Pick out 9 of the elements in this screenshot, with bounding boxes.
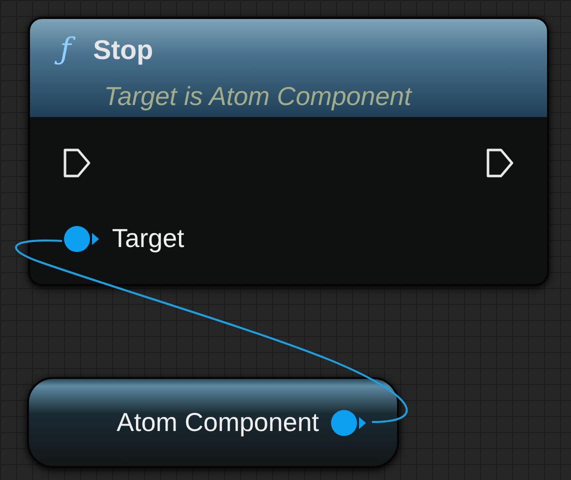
node-title: Stop (93, 34, 154, 67)
variable-label: Atom Component (116, 406, 319, 439)
pin-label: Target (112, 222, 184, 255)
exec-input-pin[interactable] (62, 147, 92, 179)
exec-output-pin[interactable] (485, 147, 515, 179)
data-input-pin[interactable] (62, 224, 100, 254)
data-output-pin[interactable] (329, 408, 367, 438)
function-symbol: ƒ (56, 29, 76, 71)
node-subtitle: Target is Atom Component (104, 80, 414, 113)
